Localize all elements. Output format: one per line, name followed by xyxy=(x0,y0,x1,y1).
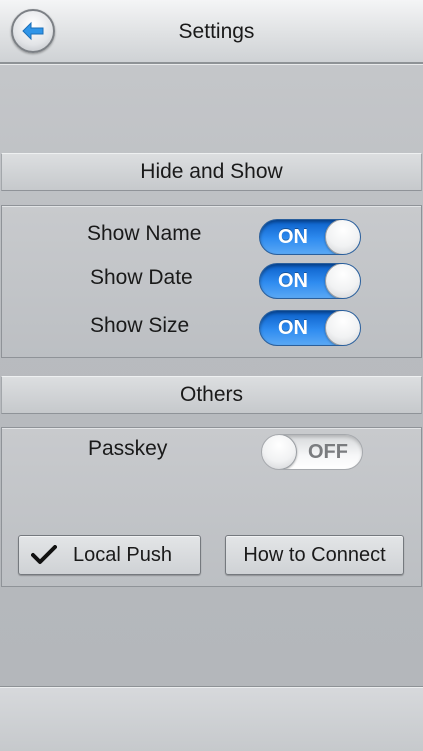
show-size-toggle[interactable]: ON xyxy=(259,310,361,346)
section-header-others: Others xyxy=(1,376,422,414)
others-panel: Passkey OFF Local Push How to Connect xyxy=(1,427,422,587)
navigation-bar: Settings xyxy=(0,0,423,64)
hide-and-show-panel: Show Name ON Show Date ON Show Size ON xyxy=(1,205,422,358)
toggle-state-text: ON xyxy=(278,226,308,248)
show-name-label: Show Name xyxy=(87,222,202,245)
how-to-connect-button[interactable]: How to Connect xyxy=(225,535,404,575)
checkmark-icon xyxy=(31,545,57,564)
settings-screen: Settings Hide and Show Show Name ON Show… xyxy=(0,0,423,751)
toggle-knob xyxy=(325,311,360,345)
show-date-label: Show Date xyxy=(90,266,193,289)
show-name-toggle[interactable]: ON xyxy=(259,219,361,255)
toggle-knob xyxy=(262,435,297,469)
section-header-hide-and-show: Hide and Show xyxy=(1,153,422,191)
passkey-toggle[interactable]: OFF xyxy=(261,434,363,470)
passkey-label: Passkey xyxy=(88,437,168,460)
toggle-knob xyxy=(325,264,360,298)
local-push-label: Local Push xyxy=(73,544,172,566)
local-push-button[interactable]: Local Push xyxy=(18,535,201,575)
toggle-knob xyxy=(325,220,360,254)
page-title: Settings xyxy=(178,20,255,43)
toggle-state-text: ON xyxy=(278,317,308,339)
show-date-toggle[interactable]: ON xyxy=(259,263,361,299)
bottom-toolbar xyxy=(0,686,423,751)
toggle-state-text: OFF xyxy=(308,441,348,463)
how-to-connect-label: How to Connect xyxy=(243,544,386,566)
show-size-label: Show Size xyxy=(90,314,190,337)
toggle-state-text: ON xyxy=(278,270,308,292)
